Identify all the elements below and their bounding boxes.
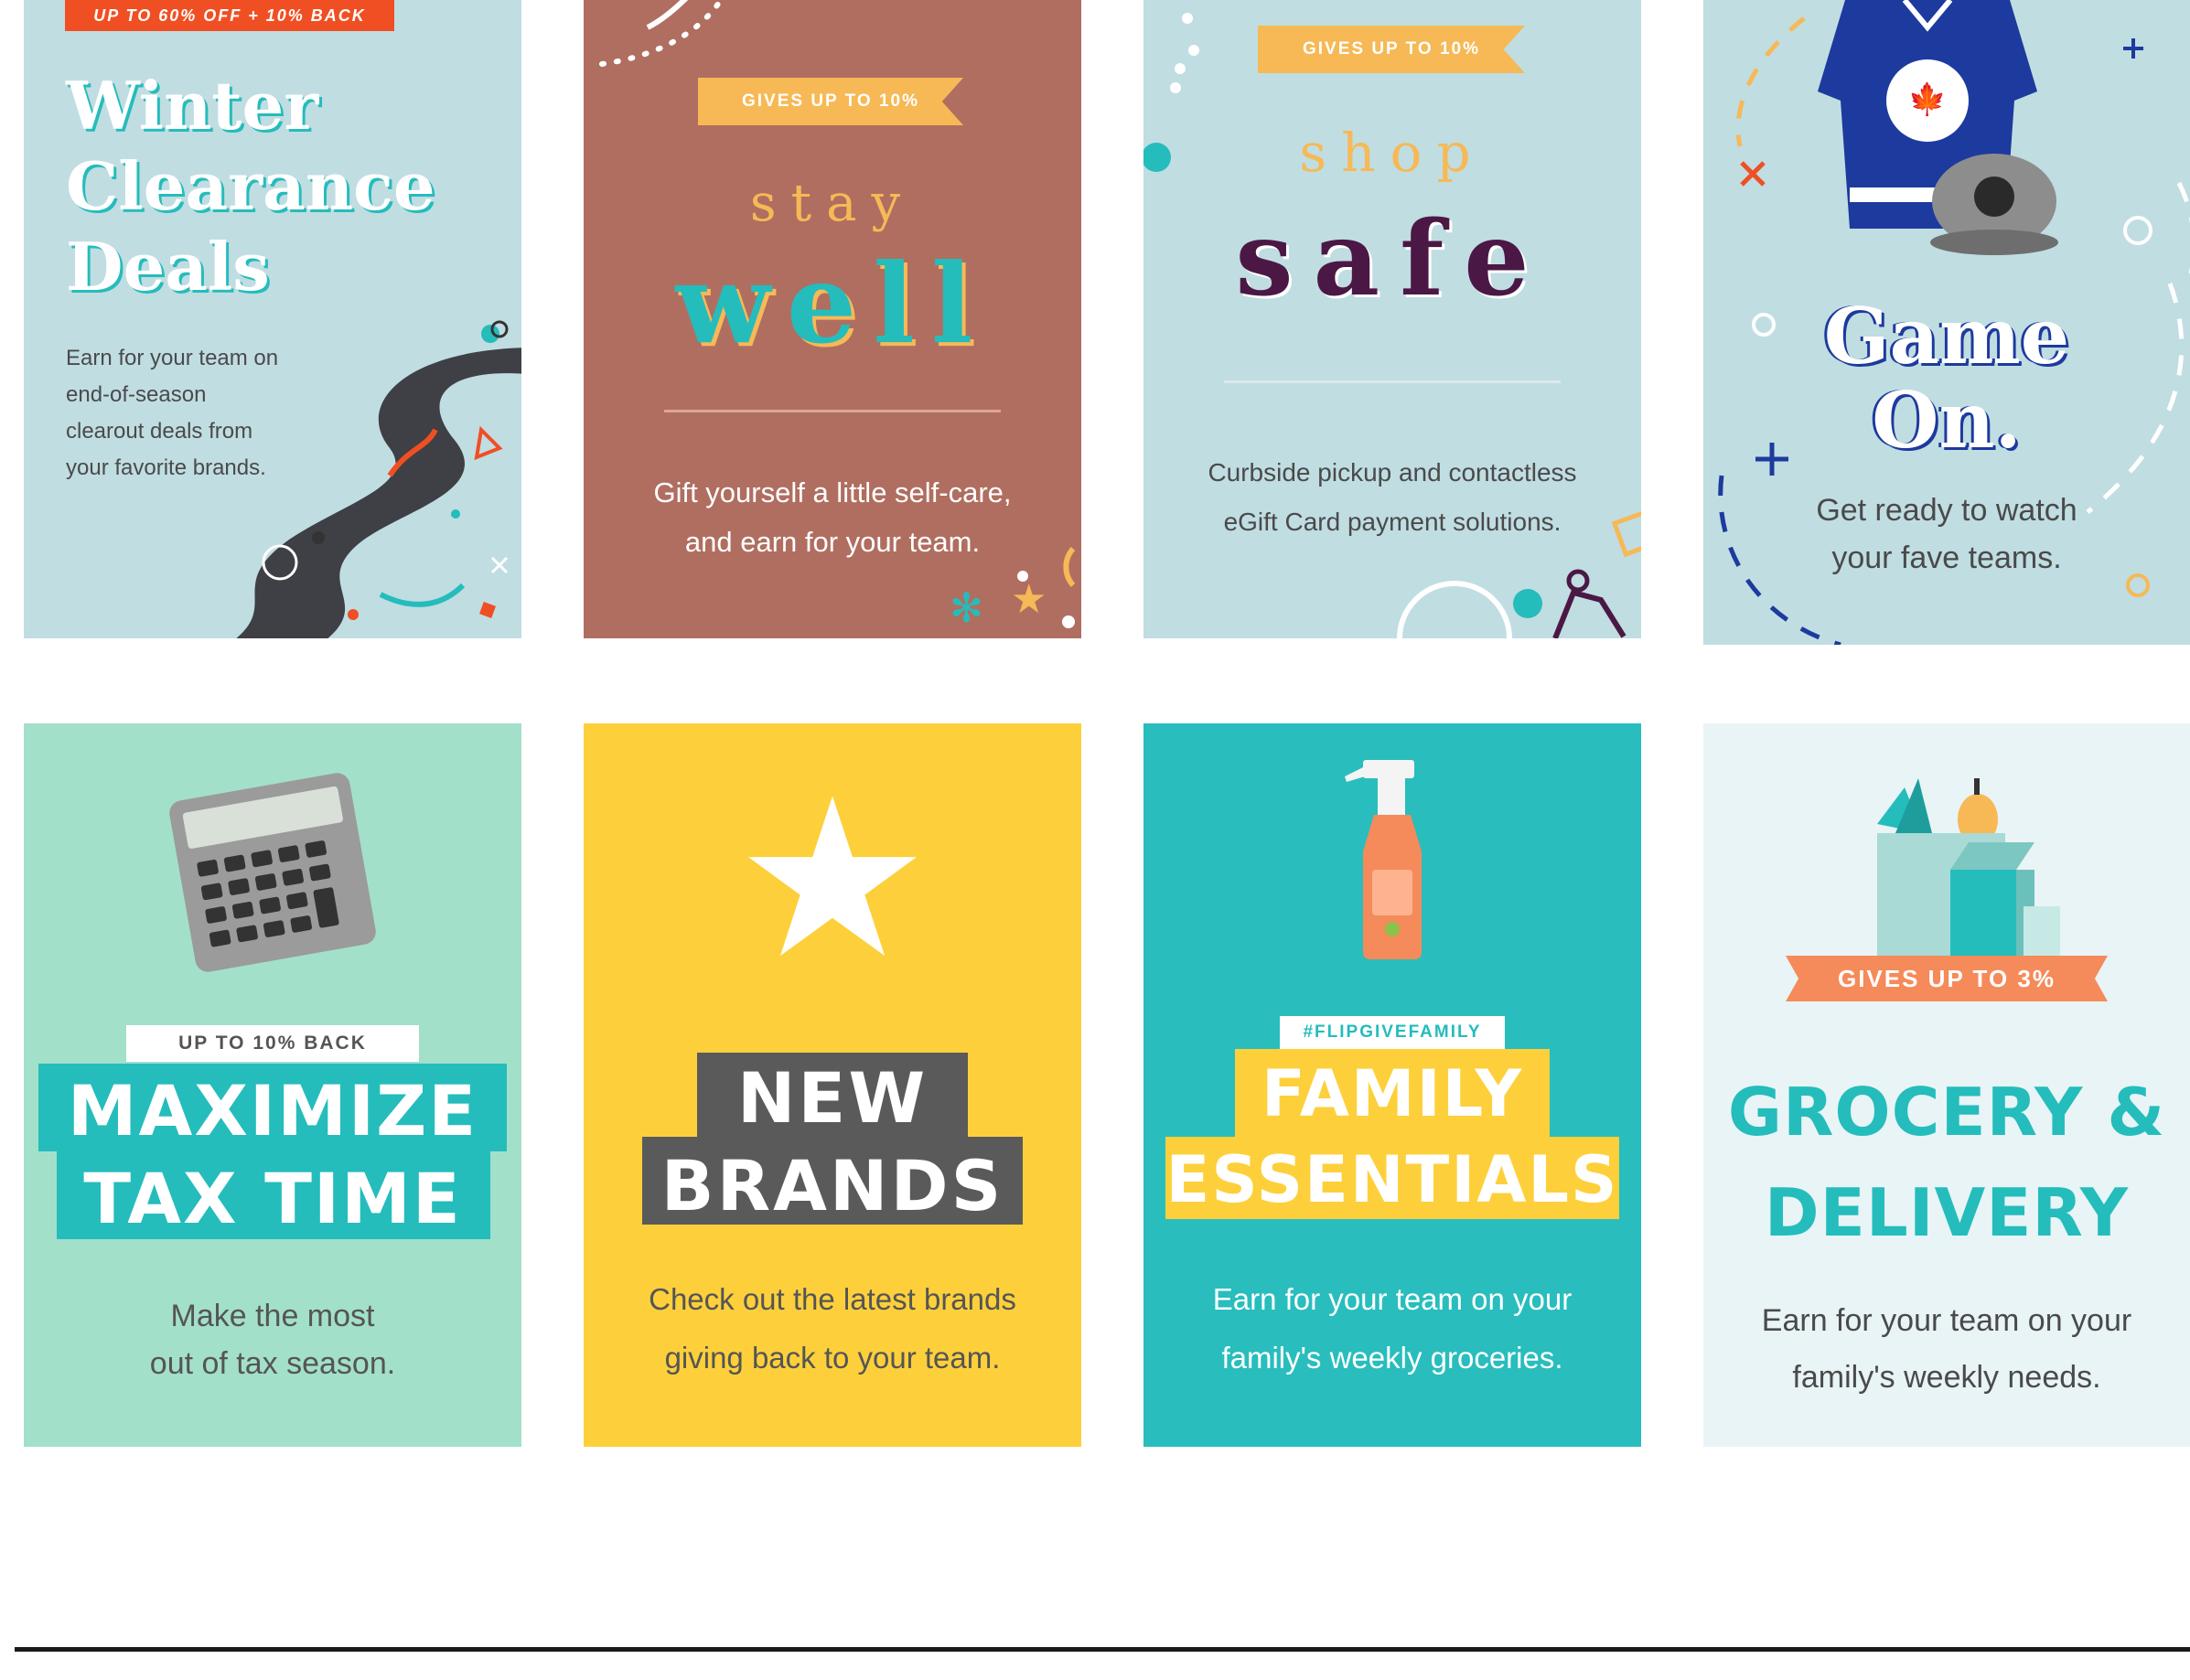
card-description: Check out the latest brands giving back … bbox=[584, 1270, 1081, 1387]
ribbon-badge: GIVES UP TO 3% bbox=[1786, 956, 2108, 1001]
star-icon: ★ bbox=[734, 756, 931, 1001]
card-description: Get ready to watch your fave teams. bbox=[1703, 487, 2190, 582]
grocery-bag-icon bbox=[1877, 778, 2060, 970]
road-icon bbox=[236, 320, 521, 638]
title-line: Game bbox=[1823, 291, 2070, 381]
desc-line: Curbside pickup and contactless bbox=[1208, 458, 1577, 487]
desc-line: Gift yourself a little self-care, bbox=[653, 476, 1012, 508]
desc-line: family's weekly needs. bbox=[1792, 1360, 2101, 1395]
desc-line: Check out the latest brands bbox=[649, 1282, 1016, 1316]
card-title: FAMILY ESSENTIALS bbox=[1143, 1051, 1641, 1223]
ribbon-badge: GIVES UP TO 10% bbox=[698, 78, 963, 125]
title-line: ESSENTIALS bbox=[1165, 1142, 1619, 1217]
ribbon-text: GIVES UP TO 3% bbox=[1837, 964, 2056, 992]
star-icon: ★ bbox=[1011, 577, 1047, 622]
tag-label: UP TO 10% BACK bbox=[126, 1025, 419, 1062]
card-game-on[interactable]: 🍁 Game On. Get ready to watch your fave … bbox=[1703, 0, 2190, 645]
tag-text: #FLIPGIVEFAMILY bbox=[1303, 1022, 1482, 1042]
ribbon-text: GIVES UP TO 10% bbox=[1302, 39, 1481, 59]
card-title: GROCERY & DELIVERY bbox=[1703, 1062, 2190, 1263]
calculator-icon bbox=[169, 773, 376, 972]
headline-text: safe bbox=[1235, 199, 1550, 319]
desc-line: giving back to your team. bbox=[664, 1341, 1001, 1375]
card-title: MAXIMIZE TAX TIME bbox=[24, 1067, 521, 1243]
card-winter-clearance[interactable]: UP TO 60% OFF + 10% BACK Winter Clearanc… bbox=[24, 0, 521, 638]
desc-line: eGift Card payment solutions. bbox=[1223, 508, 1562, 536]
title-line: NEW bbox=[736, 1057, 929, 1139]
card-shop-safe[interactable]: GIVES UP TO 10% shop safe Curbside picku… bbox=[1143, 0, 1641, 638]
ribbon-text: GIVES UP TO 10% bbox=[741, 91, 920, 111]
title-line: FAMILY bbox=[1261, 1056, 1524, 1131]
title-line: BRANDS bbox=[660, 1145, 1004, 1226]
card-family-essentials[interactable]: #FLIPGIVEFAMILY FAMILY ESSENTIALS Earn f… bbox=[1143, 723, 1641, 1447]
desc-line: Make the most bbox=[170, 1299, 375, 1333]
tag-text: UP TO 10% BACK bbox=[178, 1033, 367, 1054]
desc-line: Get ready to watch bbox=[1816, 493, 2077, 528]
divider bbox=[1224, 380, 1561, 383]
desc-line: out of tax season. bbox=[149, 1346, 396, 1381]
card-description: Curbside pickup and contactless eGift Ca… bbox=[1143, 448, 1641, 547]
title-line: On. bbox=[1872, 375, 2022, 465]
kicker-text: stay bbox=[749, 174, 916, 233]
title-line: DELIVERY bbox=[1764, 1174, 2130, 1251]
card-title: NEW BRANDS bbox=[584, 1054, 1081, 1230]
card-description: Earn for your team on your family's week… bbox=[1703, 1292, 2190, 1406]
divider bbox=[664, 410, 1001, 412]
card-description: Make the most out of tax season. bbox=[24, 1292, 521, 1387]
title-line: GROCERY & bbox=[1727, 1074, 2166, 1150]
snowflake-icon: ✻ bbox=[950, 586, 983, 631]
card-title: Game On. bbox=[1703, 294, 2190, 463]
desc-line: your fave teams. bbox=[1831, 540, 2062, 575]
desc-line: Earn for your team on your bbox=[1761, 1303, 2132, 1338]
card-stay-well[interactable]: GIVES UP TO 10% stay well Gift yourself … bbox=[584, 0, 1081, 638]
desc-line: family's weekly groceries. bbox=[1221, 1341, 1563, 1375]
ribbon-badge: GIVES UP TO 10% bbox=[1258, 26, 1525, 73]
kicker-text: shop bbox=[1299, 122, 1486, 184]
card-new-brands[interactable]: ★ NEW BRANDS Check out the latest brands… bbox=[584, 723, 1081, 1447]
title-line: MAXIMIZE bbox=[67, 1070, 478, 1151]
spray-bottle-icon bbox=[1345, 760, 1422, 959]
baseball-cap-icon bbox=[1930, 154, 2058, 255]
svg-text:🍁: 🍁 bbox=[1908, 81, 1947, 118]
title-line: TAX TIME bbox=[83, 1158, 462, 1239]
card-maximize-tax-time[interactable]: UP TO 10% BACK MAXIMIZE TAX TIME Make th… bbox=[24, 723, 521, 1447]
card-description: Gift yourself a little self-care, and ea… bbox=[584, 468, 1081, 567]
footer-divider bbox=[15, 1647, 2190, 1652]
card-grocery-delivery[interactable]: GIVES UP TO 3% GROCERY & DELIVERY Earn f… bbox=[1703, 723, 2190, 1447]
headline-text: well bbox=[675, 240, 990, 369]
desc-line: Earn for your team on your bbox=[1212, 1282, 1573, 1316]
card-description: Earn for your team on your family's week… bbox=[1143, 1270, 1641, 1387]
tag-label: #FLIPGIVEFAMILY bbox=[1280, 1016, 1505, 1049]
desc-line: and earn for your team. bbox=[684, 526, 981, 558]
